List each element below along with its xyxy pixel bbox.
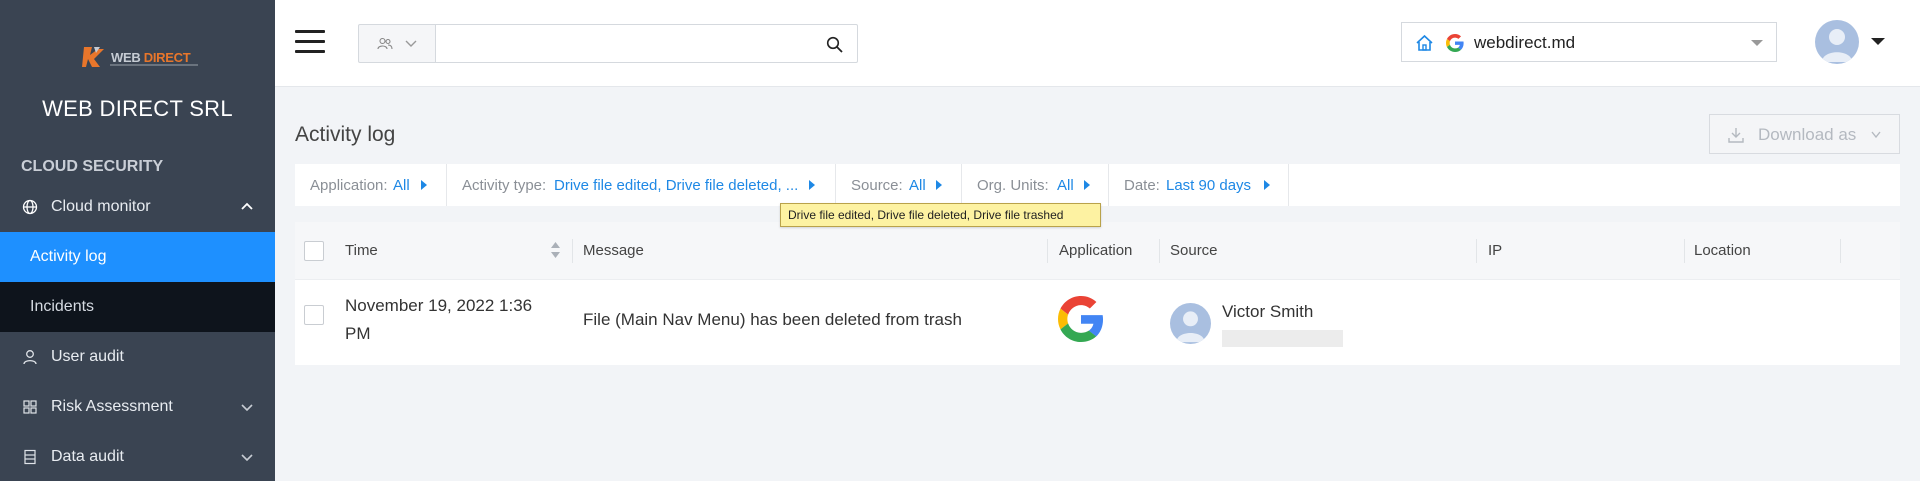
domain-select[interactable]: webdirect.md	[1401, 22, 1777, 62]
sidebar-item-incidents[interactable]: Incidents	[0, 282, 275, 332]
avatar-silhouette-icon	[1822, 29, 1852, 62]
hamburger-menu-icon[interactable]	[295, 30, 325, 54]
caret-right-icon	[1264, 180, 1270, 190]
sidebar-item-label: User audit	[51, 348, 124, 365]
domain-value: webdirect.md	[1474, 33, 1576, 52]
caret-right-icon	[809, 180, 815, 190]
top-header: webdirect.md	[275, 0, 1920, 87]
filter-key: Activity type:	[462, 177, 547, 194]
row-source-name[interactable]: Victor Smith	[1222, 298, 1313, 326]
sidebar-item-risk-assessment[interactable]: Risk Assessment	[0, 382, 275, 432]
redacted-email	[1222, 330, 1343, 347]
filter-key: Application:	[310, 177, 388, 194]
column-header-location: Location	[1694, 242, 1751, 259]
column-divider	[572, 239, 573, 263]
users-icon	[377, 37, 393, 50]
filter-value: All	[393, 177, 410, 194]
select-all-checkbox[interactable]	[304, 241, 324, 261]
filter-key: Date:	[1124, 177, 1160, 194]
column-header-ip: IP	[1488, 242, 1503, 259]
download-as-button[interactable]: Download as	[1709, 114, 1900, 154]
account-menu-caret-icon[interactable]	[1871, 38, 1885, 45]
filter-org-units[interactable]: Org. Units: All	[962, 164, 1109, 206]
avatar-icon[interactable]	[1815, 20, 1859, 64]
sidebar-item-activity-log[interactable]: Activity log	[0, 232, 275, 282]
tooltip: Drive file edited, Drive file deleted, D…	[780, 203, 1101, 227]
chevron-up-icon	[241, 202, 253, 210]
column-divider	[1047, 239, 1048, 263]
sidebar-item-label: Activity log	[30, 248, 107, 265]
sidebar-item-label: Data audit	[51, 448, 124, 465]
webdirect-logo-icon	[82, 47, 104, 67]
filter-application[interactable]: Application: All	[295, 164, 447, 206]
sidebar: WEB DIRECT WEB DIRECT SRL CLOUD SECURITY…	[0, 0, 275, 481]
activity-table: Time Message Application Source IP Locat…	[295, 222, 1900, 365]
grid-icon	[23, 400, 37, 414]
download-label: Download as	[1758, 125, 1857, 144]
sidebar-item-user-audit[interactable]: User audit	[0, 332, 275, 382]
caret-right-icon	[1084, 180, 1090, 190]
sidebar-item-label: Risk Assessment	[51, 398, 173, 415]
chevron-down-icon	[241, 404, 253, 412]
column-header-time[interactable]: Time	[345, 242, 378, 259]
column-divider	[1840, 239, 1841, 263]
page-title: Activity log	[295, 123, 396, 146]
filter-value: All	[1057, 177, 1074, 194]
filter-value: All	[909, 177, 926, 194]
google-icon	[1058, 296, 1104, 342]
sidebar-item-data-audit[interactable]: Data audit	[0, 432, 275, 481]
caret-down-icon	[1751, 40, 1763, 46]
chevron-down-icon	[241, 454, 253, 462]
logo-text: WEB DIRECT	[111, 49, 191, 65]
home-icon	[1416, 34, 1433, 51]
download-icon	[1728, 128, 1744, 143]
search-icon[interactable]	[826, 36, 843, 53]
column-header-application: Application	[1059, 242, 1133, 259]
caret-right-icon	[936, 180, 942, 190]
chevron-down-icon	[1871, 131, 1881, 139]
filter-activity-type[interactable]: Activity type: Drive file edited, Drive …	[447, 164, 836, 206]
row-checkbox[interactable]	[304, 305, 324, 325]
sidebar-item-cloud-monitor[interactable]: Cloud monitor	[0, 182, 275, 232]
column-header-source: Source	[1170, 242, 1218, 259]
company-name: WEB DIRECT SRL	[42, 96, 233, 121]
column-divider	[1476, 239, 1477, 263]
google-icon	[1446, 34, 1464, 52]
column-divider	[1159, 239, 1160, 263]
column-header-message: Message	[583, 242, 644, 259]
user-icon	[23, 350, 37, 365]
table-header: Time Message Application Source IP Locat…	[295, 222, 1900, 280]
caret-right-icon	[421, 180, 427, 190]
database-icon	[24, 449, 36, 465]
logo-text-web: WEB	[111, 49, 141, 65]
globe-icon	[22, 199, 38, 215]
filter-key: Org. Units:	[977, 177, 1049, 194]
search-input[interactable]	[435, 24, 858, 63]
filter-value: Last 90 days	[1166, 177, 1252, 194]
search-text-field[interactable]	[444, 31, 814, 57]
filter-bar: Application: All Activity type: Drive fi…	[295, 164, 1900, 206]
filter-value: Drive file edited, Drive file deleted, .…	[554, 177, 799, 194]
sidebar-item-label: Cloud monitor	[51, 198, 151, 215]
table-row[interactable]: November 19, 2022 1:36 PM File (Main Nav…	[295, 280, 1900, 365]
filter-key: Source:	[851, 177, 903, 194]
chevron-down-icon	[405, 40, 417, 47]
search-scope-dropdown[interactable]	[358, 24, 436, 63]
row-message: File (Main Nav Menu) has been deleted fr…	[583, 310, 962, 329]
avatar	[1170, 303, 1211, 344]
filter-source[interactable]: Source: All	[836, 164, 962, 206]
row-time: November 19, 2022 1:36 PM	[345, 296, 533, 343]
sidebar-item-label: Incidents	[30, 298, 95, 315]
company-logo[interactable]: WEB DIRECT	[80, 40, 200, 74]
filter-date[interactable]: Date: Last 90 days	[1109, 164, 1289, 206]
column-divider	[1684, 239, 1685, 263]
sort-icon[interactable]	[551, 241, 560, 259]
section-title-cloud-security: CLOUD SECURITY	[21, 158, 164, 175]
avatar-silhouette-icon	[1176, 311, 1205, 343]
logo-text-direct: DIRECT	[140, 49, 191, 65]
logo-tagline	[110, 64, 198, 66]
